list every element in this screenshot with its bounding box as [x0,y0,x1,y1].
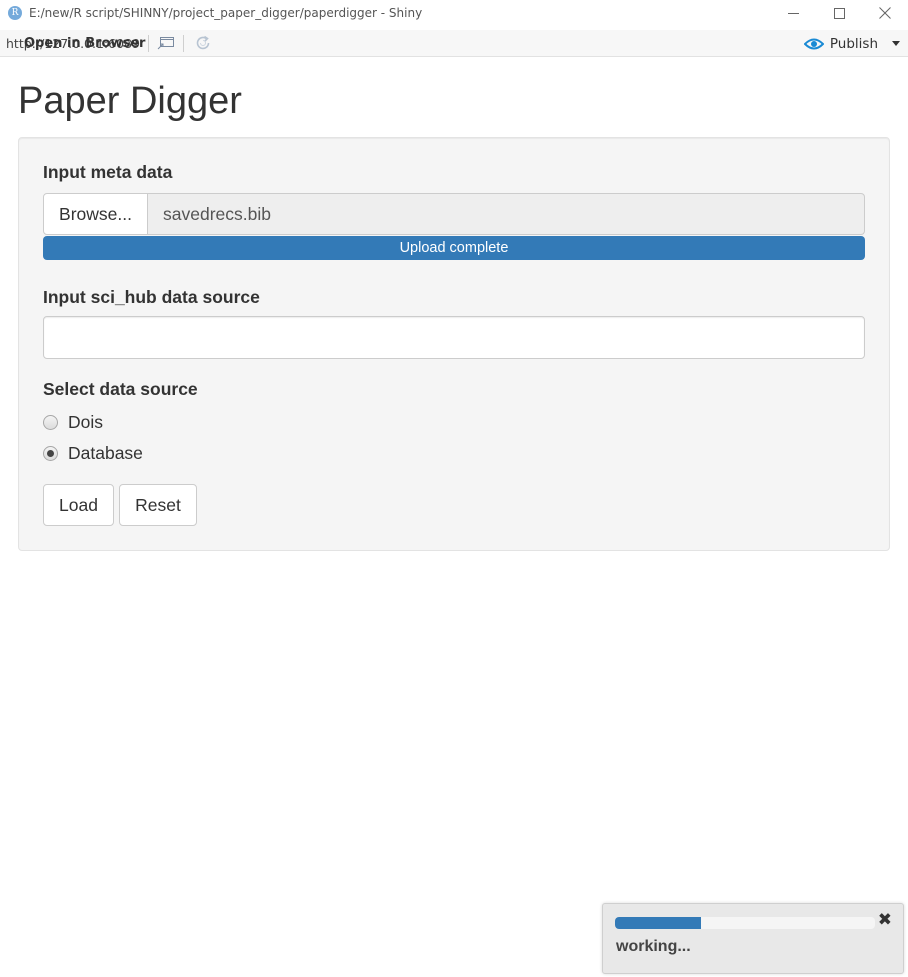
radio-option-database[interactable]: Database [43,443,143,464]
page-title: Paper Digger [18,80,242,122]
browse-button[interactable]: Browse... [43,193,148,235]
scihub-source-label: Input sci_hub data source [43,287,260,307]
data-source-label: Select data source [43,379,198,399]
maximize-button[interactable] [816,0,862,26]
publish-button[interactable]: Publish [803,30,900,57]
close-button[interactable] [862,0,908,26]
radio-label: Dois [68,412,104,432]
r-app-icon: R [8,6,22,20]
file-input-group: Browse... savedrecs.bib [43,193,865,235]
window-title-bar: R E:/new/R script/SHINNY/project_paper_d… [0,0,908,26]
window-controls [770,0,908,26]
notification-progress-fill [615,917,701,929]
open-in-browser-button[interactable]: Open in Browser [24,36,175,51]
meta-data-label: Input meta data [43,162,173,182]
radio-option-dois[interactable]: Dois [43,412,103,433]
close-icon [879,7,891,19]
publish-label: Publish [829,35,878,52]
notification-message: working... [616,938,691,955]
viewer-toolbar: http://127.0.0.1:6089 Open in Browser Pu… [0,30,908,57]
publish-icon [803,38,824,49]
radio-button[interactable] [43,415,58,430]
refresh-button[interactable] [194,34,212,52]
close-icon[interactable]: ✖ [878,911,892,929]
open-in-browser-label: Open in Browser [24,35,146,51]
refresh-icon [196,35,210,50]
sidebar-panel: Input meta data Browse... savedrecs.bib … [18,137,890,551]
radio-button-selected[interactable] [43,446,58,461]
load-button[interactable]: Load [43,484,114,526]
file-name-field[interactable]: savedrecs.bib [148,193,865,235]
progress-notification: ✖ working... [602,903,904,974]
radio-label: Database [68,443,143,463]
upload-progress-bar: Upload complete [43,236,865,260]
minimize-button[interactable] [770,0,816,26]
minimize-icon [787,12,799,14]
notification-progress-track [615,917,875,929]
window-title: E:/new/R script/SHINNY/project_paper_dig… [29,6,423,20]
toolbar-separator [182,34,184,52]
toolbar-separator [147,34,149,52]
scihub-source-input[interactable] [43,316,865,359]
open-in-browser-icon [157,37,174,50]
maximize-icon [833,7,845,19]
reset-button[interactable]: Reset [119,484,197,526]
chevron-down-icon[interactable] [892,41,900,46]
